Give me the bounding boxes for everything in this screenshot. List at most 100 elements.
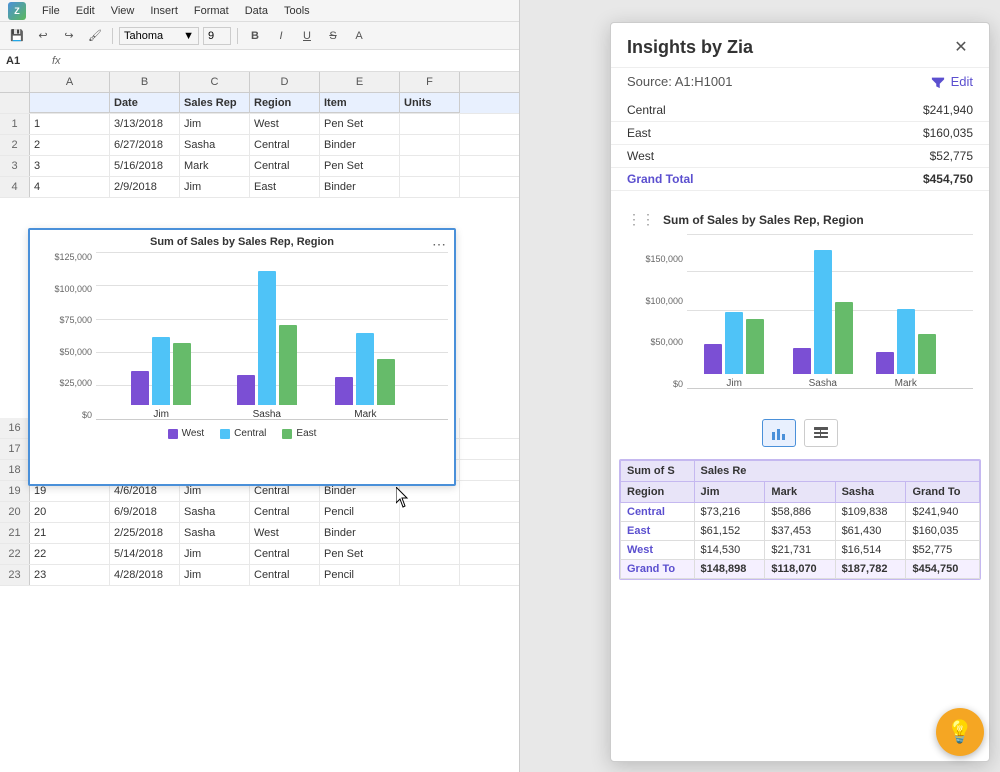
right-bar-jim-west	[704, 344, 722, 374]
table-row: 20 20 6/9/2018 Sasha Central Pencil	[0, 502, 519, 523]
bar-jim-central	[152, 337, 170, 405]
strikethrough-button[interactable]: S	[322, 26, 344, 46]
region-cell: Central	[611, 99, 817, 122]
cell-b-header[interactable]: Date	[110, 93, 180, 113]
fx-label: fx	[52, 55, 61, 67]
grand-total-label: Grand Total	[611, 168, 817, 191]
pivot-west-mark: $21,731	[765, 541, 835, 560]
table-row: 22 22 5/14/2018 Jim Central Pen Set	[0, 544, 519, 565]
zia-fab-button[interactable]: 💡	[936, 708, 984, 756]
pivot-th-grandtotal: Grand To	[906, 482, 980, 503]
close-button[interactable]: ✕	[949, 35, 973, 59]
legend-central: Central	[220, 428, 266, 439]
label-sasha: Sasha	[253, 409, 281, 420]
bar-mark-central	[356, 333, 374, 405]
right-bar-jim-east	[746, 319, 764, 374]
menu-bar: Z File Edit View Insert Format Data Tool…	[0, 0, 519, 22]
table-row: East $160,035	[611, 122, 989, 145]
col-header-b[interactable]: B	[110, 72, 180, 92]
chart-options-button[interactable]: ⋯	[432, 236, 446, 253]
italic-button[interactable]: I	[270, 26, 292, 46]
paint-button[interactable]: 🖌	[84, 26, 106, 46]
menu-insert[interactable]: Insert	[150, 5, 178, 17]
value-cell: $160,035	[817, 122, 989, 145]
pivot-west-total: $52,775	[906, 541, 980, 560]
right-y-label-0: $0	[673, 379, 683, 389]
table-row: 4 4 2/9/2018 Jim East Binder	[0, 177, 519, 198]
right-chart-area: $150,000 $100,000 $50,000 $0 J	[611, 234, 989, 409]
right-bar-sasha-central	[814, 250, 832, 374]
value-cell: $241,940	[817, 99, 989, 122]
pivot-th-sasha: Sasha	[835, 482, 906, 503]
pivot-label-grandtotal: Grand To	[621, 560, 695, 579]
cell-reference: A1	[6, 55, 46, 67]
pivot-header-row-2: Region Jim Mark Sasha Grand To	[621, 482, 980, 503]
col-header-a[interactable]: A	[30, 72, 110, 92]
pivot-grand-jim: $148,898	[694, 560, 765, 579]
table-row: 1 1 3/13/2018 Jim West Pen Set	[0, 114, 519, 135]
pivot-east-total: $160,035	[906, 522, 980, 541]
right-bar-mark-east	[918, 334, 936, 374]
col-header-e[interactable]: E	[320, 72, 400, 92]
app-logo: Z	[8, 2, 26, 20]
font-color-button[interactable]: A	[348, 26, 370, 46]
pivot-east-mark: $37,453	[765, 522, 835, 541]
right-y-label-150k: $150,000	[645, 254, 683, 264]
cell-d-header[interactable]: Region	[250, 93, 320, 113]
cell-e-header[interactable]: Item	[320, 93, 400, 113]
cell-c-header[interactable]: Sales Rep	[180, 93, 250, 113]
insights-panel: Insights by Zia ✕ Source: A1:H1001 Edit …	[610, 22, 990, 762]
col-header-c[interactable]: C	[180, 72, 250, 92]
pivot-label-central: Central	[621, 503, 695, 522]
menu-tools[interactable]: Tools	[284, 5, 310, 17]
cell-a-header[interactable]	[30, 93, 110, 113]
col-header-f[interactable]: F	[400, 72, 460, 92]
bar-sasha-central	[258, 271, 276, 405]
pivot-header-row-1: Sum of S Sales Re	[621, 461, 980, 482]
right-bar-jim-central	[725, 312, 743, 374]
font-size-selector[interactable]: 9	[203, 27, 231, 45]
bar-mark-west	[335, 377, 353, 405]
table-row: 3 3 5/16/2018 Mark Central Pen Set	[0, 156, 519, 177]
pivot-table-container: Sum of S Sales Re Region Jim Mark Sasha …	[619, 459, 981, 580]
y-label-25k: $25,000	[59, 378, 92, 388]
pivot-grand-total-row: Grand To $148,898 $118,070 $187,782 $454…	[621, 560, 980, 579]
pivot-th-mark: Mark	[765, 482, 835, 503]
save-button[interactable]: 💾	[6, 26, 28, 46]
legend-east: East	[282, 428, 316, 439]
menu-file[interactable]: File	[42, 5, 60, 17]
table-chart-toggle[interactable]	[804, 419, 838, 447]
insights-title: Insights by Zia	[627, 37, 753, 58]
pivot-table: Sum of S Sales Re Region Jim Mark Sasha …	[620, 460, 980, 579]
pivot-row-central: Central $73,216 $58,886 $109,838 $241,94…	[621, 503, 980, 522]
underline-button[interactable]: U	[296, 26, 318, 46]
edit-label: Edit	[951, 74, 973, 89]
label-jim: Jim	[153, 409, 169, 420]
pivot-row-east: East $61,152 $37,453 $61,430 $160,035	[621, 522, 980, 541]
cell-f-header[interactable]: Units	[400, 93, 460, 113]
bold-button[interactable]: B	[244, 26, 266, 46]
redo-button[interactable]: ↪	[58, 26, 80, 46]
bar-sasha-west	[237, 375, 255, 405]
font-selector[interactable]: Tahoma ▼	[119, 27, 199, 45]
table-row: Central $241,940	[611, 99, 989, 122]
menu-data[interactable]: Data	[245, 5, 268, 17]
pivot-grand-sasha: $187,782	[835, 560, 906, 579]
chart-legend: West Central East	[36, 428, 448, 439]
undo-button[interactable]: ↩	[32, 26, 54, 46]
table-row: West $52,775	[611, 145, 989, 168]
edit-button[interactable]: Edit	[931, 74, 973, 89]
menu-format[interactable]: Format	[194, 5, 229, 17]
right-bar-mark-west	[876, 352, 894, 374]
bar-chart-toggle[interactable]	[762, 419, 796, 447]
formula-bar: A1 fx	[0, 50, 519, 72]
pivot-row-west: West $14,530 $21,731 $16,514 $52,775	[621, 541, 980, 560]
col-header-d[interactable]: D	[250, 72, 320, 92]
table-row: 23 23 4/28/2018 Jim Central Pencil	[0, 565, 519, 586]
toolbar-separator-2	[237, 28, 238, 44]
menu-view[interactable]: View	[111, 5, 135, 17]
spreadsheet-chart: Sum of Sales by Sales Rep, Region ⋯ $125…	[28, 228, 456, 486]
source-row: Source: A1:H1001 Edit	[611, 68, 989, 99]
legend-dot-west	[168, 429, 178, 439]
menu-edit[interactable]: Edit	[76, 5, 95, 17]
